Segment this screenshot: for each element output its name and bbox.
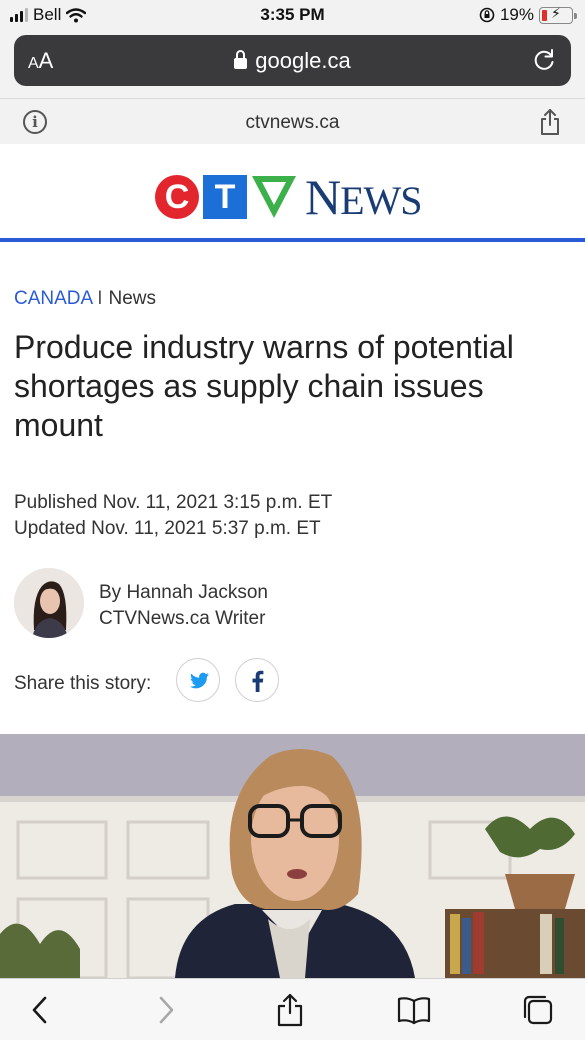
back-icon[interactable] [24,993,58,1027]
page-domain: ctvnews.ca [245,112,340,133]
facebook-icon [252,670,264,692]
url-display[interactable]: google.ca [14,48,571,74]
breadcrumb-separator: I [97,288,103,309]
author-role: CTVNews.ca Writer [99,608,266,629]
share-label: Share this story: [14,673,152,694]
charging-bolt-icon: ⚡ [551,4,561,21]
book-icon[interactable] [397,993,431,1027]
address-bar[interactable]: AA google.ca [14,35,571,86]
status-right: 19% ⚡ [479,4,577,25]
article-video-frame[interactable] [0,734,585,978]
orientation-lock-icon [479,7,495,23]
browser-toolbar [0,978,585,1040]
author-avatar [14,568,84,638]
status-bar: Bell 3:35 PM 19% ⚡ [0,0,585,30]
logo-v [252,176,296,218]
breadcrumb-section[interactable]: News [108,288,156,309]
facebook-share-button[interactable] [235,658,279,702]
share-icon[interactable] [539,108,561,136]
browser-address-area: AA google.ca [0,30,585,98]
article-dates: Published Nov. 11, 2021 3:15 p.m. ET Upd… [14,490,332,542]
logo-news-wordmark: NEWS [305,169,423,225]
share-toolbar-icon[interactable] [273,993,307,1027]
author-info: By Hannah Jackson CTVNews.ca Writer [99,580,268,632]
battery-fill [542,9,548,21]
logo-c: C [155,175,199,219]
breadcrumb: CANADA I News [14,288,156,310]
twitter-icon [189,672,209,689]
breadcrumb-category[interactable]: CANADA [14,288,93,309]
updated-date: Updated Nov. 11, 2021 5:37 p.m. ET [14,518,321,539]
logo-t: T [203,175,247,219]
author-name[interactable]: By Hannah Jackson [99,580,268,606]
lock-icon [234,50,248,69]
reload-icon[interactable] [531,47,557,73]
video-still [0,734,585,978]
battery-percent: 19% [499,5,534,24]
forward-icon[interactable] [148,993,182,1027]
twitter-share-button[interactable] [176,658,220,702]
published-date: Published Nov. 11, 2021 3:15 p.m. ET [14,492,333,513]
battery-icon: ⚡ [539,4,577,24]
article-headline: Produce industry warns of potential shor… [14,329,514,443]
site-header: C T NEWS [0,144,585,242]
url-text: google.ca [255,48,351,73]
page-info-bar: i ctvnews.ca [0,98,585,144]
article: CANADA I News Produce industry warns of po… [0,246,585,734]
tabs-icon[interactable] [521,993,555,1027]
ctv-news-logo[interactable]: C T NEWS [155,168,423,226]
